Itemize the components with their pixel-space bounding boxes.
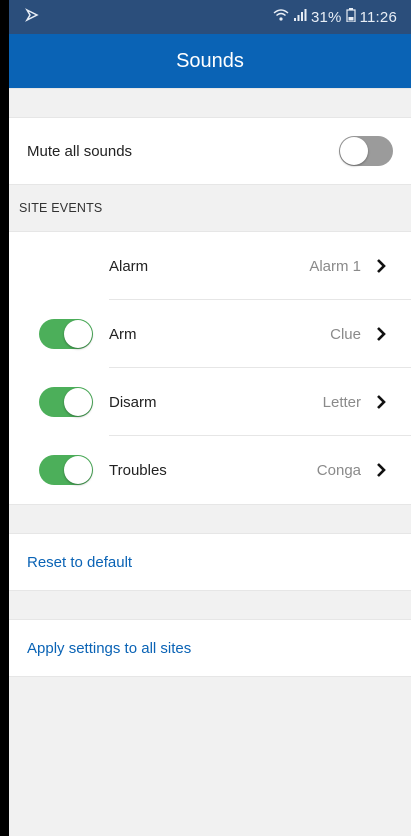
event-sound: Conga [316,461,361,479]
troubles-toggle[interactable] [39,455,93,485]
site-events-list: Alarm Alarm 1 Arm Clue Disarm Letter Tro… [9,231,411,505]
mute-all-row[interactable]: Mute all sounds [9,117,411,185]
chevron-right-icon [375,394,389,410]
toggle-cell [9,387,109,417]
chevron-right-icon [375,326,389,342]
mute-all-label: Mute all sounds [27,142,133,160]
spacer [9,88,411,117]
app-bar: Sounds [9,34,411,88]
disarm-toggle[interactable] [39,387,93,417]
event-name: Troubles [109,461,167,479]
event-name: Disarm [109,393,157,411]
toggle-knob [64,456,92,484]
event-sound: Alarm 1 [309,257,361,275]
toggle-cell [9,455,109,485]
event-name: Alarm [109,257,149,275]
toggle-knob [340,137,368,165]
event-row-arm[interactable]: Arm Clue [9,300,411,368]
event-sound: Clue [330,325,361,343]
event-row-disarm[interactable]: Disarm Letter [9,368,411,436]
chevron-right-icon [375,462,389,478]
site-events-header: SITE EVENTS [9,185,411,231]
arm-toggle[interactable] [39,319,93,349]
event-name: Arm [109,325,137,343]
event-sound: Letter [322,393,361,411]
app-frame: 31% 11:26 Sounds Mute all sounds SITE EV… [9,0,411,836]
toggle-knob [64,320,92,348]
clock: 11:26 [359,8,397,26]
signal-icon [293,8,307,26]
battery-percent: 31% [310,8,342,26]
wifi-icon [273,8,289,26]
cast-icon [25,8,39,26]
page-title: Sounds [176,49,244,72]
mute-all-toggle[interactable] [339,136,393,166]
event-row-alarm[interactable]: Alarm Alarm 1 [9,232,411,300]
status-bar: 31% 11:26 [9,0,411,34]
chevron-right-icon [375,258,389,274]
reset-to-default-link[interactable]: Reset to default [9,533,411,591]
apply-to-all-sites-link[interactable]: Apply settings to all sites [9,619,411,677]
battery-icon [345,8,356,26]
toggle-cell [9,319,109,349]
toggle-knob [64,388,92,416]
event-row-troubles[interactable]: Troubles Conga [9,436,411,504]
